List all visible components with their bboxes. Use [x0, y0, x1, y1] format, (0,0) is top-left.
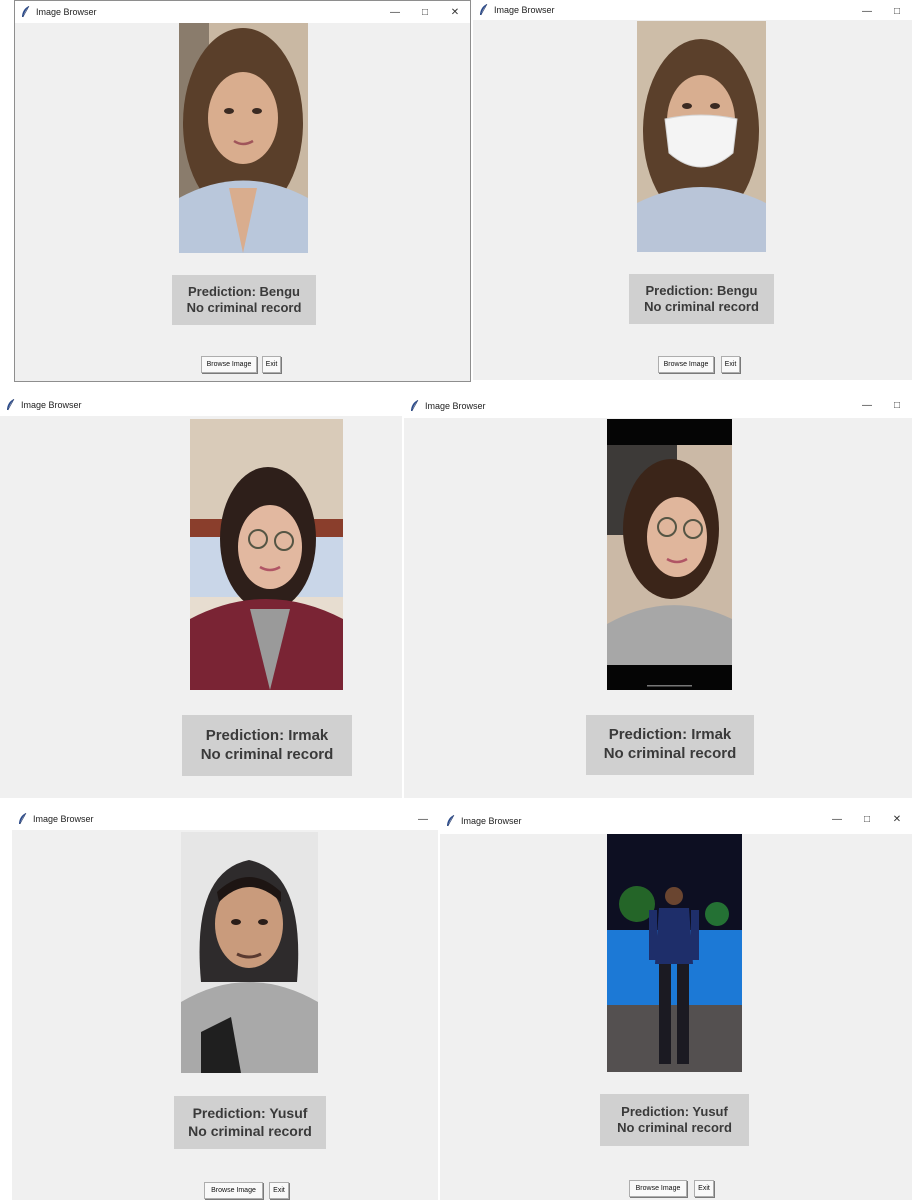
- minimize-icon[interactable]: —: [408, 808, 438, 830]
- prediction-line: Prediction: Bengu: [188, 283, 300, 299]
- feather-icon: [410, 400, 420, 412]
- image-browser-window-5: Image Browser — Prediction: Yusuf No cri…: [12, 808, 438, 1200]
- image-browser-window-6: Image Browser — □ ✕ Prediction: Yusuf No…: [440, 808, 912, 1200]
- image-browser-window-2: Image Browser — □ Prediction: Bengu No c…: [473, 0, 912, 380]
- window-title: Image Browser: [425, 401, 486, 411]
- minimize-icon[interactable]: —: [852, 394, 882, 416]
- record-line: No criminal record: [603, 745, 737, 762]
- prediction-line: Prediction: Yusuf: [621, 1103, 728, 1119]
- exit-button[interactable]: Exit: [262, 356, 281, 373]
- title-bar: Image Browser —: [12, 808, 438, 830]
- prediction-label: Prediction: Irmak No criminal record: [182, 715, 352, 776]
- record-line: No criminal record: [617, 1120, 732, 1135]
- photo-preview: [637, 21, 766, 252]
- window-title: Image Browser: [33, 814, 94, 824]
- browse-image-button[interactable]: Browse Image: [204, 1182, 263, 1199]
- prediction-line: Prediction: Bengu: [645, 282, 758, 298]
- browse-image-button[interactable]: Browse Image: [658, 356, 714, 373]
- prediction-label: Prediction: Yusuf No criminal record: [600, 1094, 749, 1146]
- maximize-icon[interactable]: □: [410, 1, 440, 23]
- minimize-icon[interactable]: —: [822, 808, 852, 830]
- prediction-label: Prediction: Bengu No criminal record: [172, 275, 316, 325]
- window-title: Image Browser: [36, 7, 97, 17]
- record-line: No criminal record: [188, 1122, 312, 1139]
- photo-preview: [190, 419, 343, 690]
- title-bar: Image Browser — □ ✕: [15, 1, 470, 23]
- close-icon[interactable]: ✕: [882, 808, 912, 830]
- close-icon[interactable]: ✕: [440, 1, 470, 23]
- record-line: No criminal record: [186, 300, 302, 315]
- prediction-line: Prediction: Irmak: [205, 726, 329, 744]
- prediction-line: Prediction: Yusuf: [192, 1105, 308, 1121]
- window-title: Image Browser: [461, 816, 522, 826]
- feather-icon: [446, 815, 456, 827]
- prediction-line: Prediction: Irmak: [608, 726, 732, 744]
- maximize-icon[interactable]: □: [882, 0, 912, 22]
- feather-icon: [6, 399, 16, 411]
- record-line: No criminal record: [200, 745, 334, 763]
- window-title: Image Browser: [21, 400, 82, 410]
- photo-preview: [179, 23, 308, 253]
- prediction-label: Prediction: Irmak No criminal record: [586, 715, 754, 775]
- exit-button[interactable]: Exit: [721, 356, 740, 373]
- minimize-icon[interactable]: —: [380, 1, 410, 23]
- title-bar: Image Browser — □: [404, 394, 912, 418]
- maximize-icon[interactable]: □: [852, 808, 882, 830]
- browse-image-button[interactable]: Browse Image: [201, 356, 257, 373]
- prediction-label: Prediction: Bengu No criminal record: [629, 274, 774, 324]
- exit-button[interactable]: Exit: [694, 1180, 714, 1197]
- window-title: Image Browser: [494, 5, 555, 15]
- record-line: No criminal record: [644, 299, 759, 314]
- title-bar: Image Browser — □ ✕: [440, 808, 912, 834]
- feather-icon: [21, 6, 31, 18]
- exit-button[interactable]: Exit: [269, 1182, 289, 1199]
- image-browser-window-3: Image Browser Prediction: Irmak No crimi…: [0, 394, 402, 798]
- photo-preview: [181, 832, 318, 1073]
- photo-preview: [607, 834, 742, 1072]
- image-browser-window-1: Image Browser — □ ✕ Prediction: Bengu No…: [14, 0, 471, 382]
- prediction-label: Prediction: Yusuf No criminal record: [174, 1096, 326, 1149]
- title-bar: Image Browser — □: [473, 0, 912, 20]
- maximize-icon[interactable]: □: [882, 394, 912, 416]
- minimize-icon[interactable]: —: [852, 0, 882, 22]
- photo-preview: [607, 419, 732, 690]
- feather-icon: [479, 4, 489, 16]
- title-bar: Image Browser: [0, 394, 402, 416]
- image-browser-window-4: Image Browser — □ Prediction: Irmak No c…: [404, 394, 912, 798]
- browse-image-button[interactable]: Browse Image: [629, 1180, 687, 1197]
- feather-icon: [18, 813, 28, 825]
